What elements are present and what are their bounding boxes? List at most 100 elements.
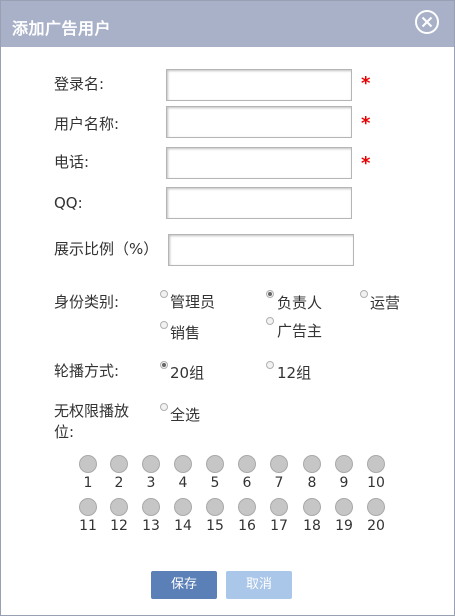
slot-10[interactable]: 10 [361,455,391,491]
slot-6[interactable]: 6 [232,455,262,491]
qq-label: QQ: [54,194,83,212]
slot-circle[interactable] [174,498,192,516]
slot-circle[interactable] [238,498,256,516]
role-label: 身份类别: [54,293,120,311]
slot-number: 13 [142,518,160,534]
username-label: 用户名称: [54,115,120,133]
slot-14[interactable]: 14 [168,498,198,534]
dialog-titlebar: 添加广告用户 [1,1,454,47]
slot-15[interactable]: 15 [200,498,230,534]
slot-13[interactable]: 13 [136,498,166,534]
role-option-advertiser[interactable]: 广告主 [277,320,322,341]
slot-circle[interactable] [238,455,256,473]
slot-circle[interactable] [335,498,353,516]
rotation-label: 轮播方式: [54,362,120,380]
slot-circle[interactable] [270,455,288,473]
save-button[interactable]: 保存 [151,571,217,599]
slot-7[interactable]: 7 [264,455,294,491]
slot-circle[interactable] [110,498,128,516]
role-option-sales[interactable]: 销售 [170,322,200,343]
login-required-mark: * [361,73,371,94]
role-radio-manager[interactable] [266,290,274,298]
slot-circle[interactable] [79,498,97,516]
slot-8[interactable]: 8 [297,455,327,491]
slot-4[interactable]: 4 [168,455,198,491]
slot-number: 15 [206,518,224,534]
role-option-manager[interactable]: 负责人 [277,292,322,313]
slot-number: 3 [146,475,156,491]
slot-number: 2 [114,475,124,491]
slot-number: 4 [178,475,188,491]
role-radio-advertiser[interactable] [266,317,274,325]
slot-circle[interactable] [270,498,288,516]
slot-circle[interactable] [303,455,321,473]
slot-circle[interactable] [142,455,160,473]
login-name-label: 登录名: [54,75,105,93]
slot-number: 10 [367,475,385,491]
slot-number: 7 [274,475,284,491]
phone-required-mark: * [361,153,371,174]
slot-circle[interactable] [110,455,128,473]
rotation-option-12[interactable]: 12组 [277,362,311,383]
slot-circle[interactable] [142,498,160,516]
slot-number: 11 [79,518,97,534]
slot-number: 19 [335,518,353,534]
slot-number: 17 [270,518,288,534]
close-icon[interactable] [415,10,439,34]
role-option-admin[interactable]: 管理员 [170,291,215,312]
unrestricted-slots-label-line2: 位: [54,423,75,441]
slot-12[interactable]: 12 [104,498,134,534]
slot-19[interactable]: 19 [329,498,359,534]
slot-18[interactable]: 18 [297,498,327,534]
role-option-operations[interactable]: 运营 [370,292,400,313]
slot-5[interactable]: 5 [200,455,230,491]
role-radio-admin[interactable] [160,290,168,298]
slot-circle[interactable] [79,455,97,473]
slot-circle[interactable] [303,498,321,516]
slot-number: 12 [110,518,128,534]
role-radio-sales[interactable] [160,321,168,329]
slot-number: 1 [83,475,93,491]
select-all-option[interactable]: 全选 [170,404,200,425]
display-ratio-input[interactable] [168,234,354,266]
rotation-radio-20[interactable] [160,361,168,369]
slot-circle[interactable] [174,455,192,473]
slot-circle[interactable] [206,498,224,516]
slot-2[interactable]: 2 [104,455,134,491]
login-name-input[interactable] [166,69,352,101]
phone-input[interactable] [166,147,352,179]
unrestricted-slots-label-line1: 无权限播放 [54,402,130,420]
slot-16[interactable]: 16 [232,498,262,534]
slot-circle[interactable] [335,455,353,473]
slot-number: 14 [174,518,192,534]
slot-number: 9 [339,475,349,491]
cancel-button[interactable]: 取消 [226,571,292,599]
select-all-radio[interactable] [160,403,168,411]
role-radio-operations[interactable] [360,290,368,298]
slot-11[interactable]: 11 [73,498,103,534]
slot-20[interactable]: 20 [361,498,391,534]
slot-number: 16 [238,518,256,534]
username-input[interactable] [166,106,352,138]
slot-17[interactable]: 17 [264,498,294,534]
slot-circle[interactable] [367,455,385,473]
username-required-mark: * [361,113,371,134]
add-ad-user-dialog: 添加广告用户 登录名: * 用户名称: * 电话: * QQ: 展示比例（%） … [0,0,455,616]
close-x-glyph [421,16,433,28]
slot-number: 8 [307,475,317,491]
slot-number: 18 [303,518,321,534]
slot-9[interactable]: 9 [329,455,359,491]
slot-number: 5 [210,475,220,491]
slot-circle[interactable] [367,498,385,516]
slot-circle[interactable] [206,455,224,473]
slot-number: 6 [242,475,252,491]
slot-number: 20 [367,518,385,534]
slot-3[interactable]: 3 [136,455,166,491]
rotation-radio-12[interactable] [266,361,274,369]
dialog-title: 添加广告用户 [12,19,112,38]
qq-input[interactable] [166,187,352,219]
slot-1[interactable]: 1 [73,455,103,491]
display-ratio-label: 展示比例（%） [54,240,159,258]
phone-label: 电话: [54,153,90,171]
rotation-option-20[interactable]: 20组 [170,362,204,383]
